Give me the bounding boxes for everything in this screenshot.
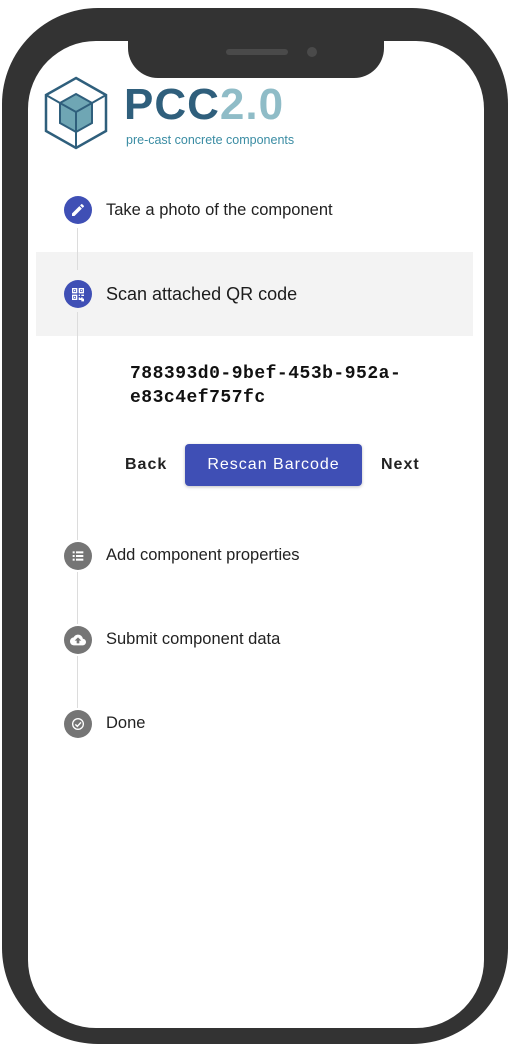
pencil-icon — [64, 196, 92, 224]
cloud-upload-icon — [64, 626, 92, 654]
step-label: Take a photo of the component — [106, 201, 333, 219]
back-button[interactable]: Back — [125, 444, 167, 486]
step-connector — [77, 312, 78, 540]
cube-logo-icon — [44, 76, 108, 150]
scanned-code-result: 788393d0-9bef-453b-952a- e83c4ef757fc — [130, 362, 430, 410]
front-camera — [307, 47, 317, 57]
step-label: Submit component data — [106, 630, 281, 648]
logo-version-text: 2.0 — [219, 80, 285, 129]
qr-code-icon — [64, 280, 92, 308]
phone-screen — [28, 41, 484, 1028]
list-icon — [64, 542, 92, 570]
check-circle-icon — [64, 710, 92, 738]
scanned-code-line: e83c4ef757fc — [130, 388, 266, 408]
rescan-barcode-button[interactable]: Rescan Barcode — [185, 444, 362, 486]
logo-subtitle: pre-cast concrete components — [126, 133, 295, 147]
step-connector — [77, 656, 78, 708]
step-label: Done — [106, 714, 146, 732]
logo-main-text: PCC — [124, 80, 220, 129]
app-logo-title: PCC2.0 — [124, 83, 284, 127]
step-label: Add component properties — [106, 546, 300, 564]
scanned-code-line: 788393d0-9bef-453b-952a- — [130, 364, 402, 384]
step-label: Scan attached QR code — [106, 284, 298, 304]
step-connector — [77, 572, 78, 624]
phone-notch — [128, 16, 384, 78]
step-connector — [77, 228, 78, 270]
speaker-grille — [226, 49, 288, 55]
next-button[interactable]: Next — [381, 444, 420, 486]
